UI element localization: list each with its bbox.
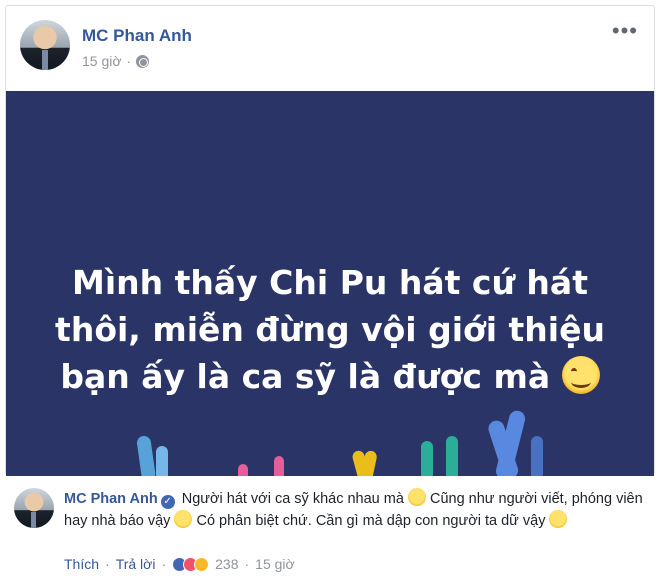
status-text: Mình thấy Chi Pu hát cứ hát thôi, miễn đ…: [6, 259, 654, 400]
raised-hands-decoration: [136, 410, 543, 476]
comment-timestamp[interactable]: 15 giờ: [255, 556, 295, 572]
action-separator: ·: [244, 556, 250, 572]
verified-badge-icon: ✓: [160, 495, 175, 509]
smile-emoji-icon: [549, 510, 568, 528]
status-line-3-text: bạn ấy là ca sỹ là được mà: [60, 357, 551, 396]
action-separator: ·: [105, 556, 110, 572]
post-timestamp[interactable]: 15 giờ: [82, 53, 122, 69]
like-button[interactable]: Thích: [64, 556, 99, 572]
reaction-count[interactable]: 238: [215, 556, 238, 572]
reactions-summary[interactable]: [172, 556, 210, 572]
post-card: MC Phan Anh 15 giờ · ••• Mình thấy Chi P…: [5, 5, 655, 476]
meta-separator: ·: [126, 53, 132, 69]
comment: MC Phan Anh ✓ Người hát với ca sỹ khác nh…: [0, 478, 660, 578]
post-meta: 15 giờ ·: [82, 53, 150, 69]
haha-reaction-icon: [194, 556, 210, 572]
globe-icon: [136, 54, 150, 68]
status-line-3: bạn ấy là ca sỹ là được mà: [6, 353, 654, 400]
blush-emoji-icon: [407, 488, 426, 506]
comment-body: MC Phan Anh ✓ Người hát với ca sỹ khác nh…: [64, 488, 644, 532]
status-line-2: thôi, miễn đừng vội giới thiệu: [55, 310, 605, 349]
post-header: MC Phan Anh 15 giờ · •••: [20, 20, 644, 80]
comment-text-3: Có phân biệt chứ. Cần gì mà dập con ngườ…: [196, 513, 546, 529]
comment-actions: Thích · Trả lời · 238 · 15 giờ: [64, 556, 295, 572]
more-options-icon[interactable]: •••: [612, 20, 638, 42]
post-author-name[interactable]: MC Phan Anh: [82, 26, 192, 46]
action-separator: ·: [161, 556, 167, 572]
reply-button[interactable]: Trả lời: [116, 556, 156, 572]
commenter-avatar[interactable]: [14, 488, 54, 528]
comment-text-1: Người hát với ca sỹ khác nhau mà: [181, 491, 404, 507]
smiling-emoji-icon: [561, 356, 600, 394]
status-banner[interactable]: Mình thấy Chi Pu hát cứ hát thôi, miễn đ…: [6, 91, 654, 476]
status-line-1: Mình thấy Chi Pu hát cứ hát: [72, 263, 588, 302]
commenter-name[interactable]: MC Phan Anh: [64, 491, 158, 507]
author-avatar[interactable]: [20, 20, 70, 70]
laugh-emoji-icon: [174, 510, 193, 528]
